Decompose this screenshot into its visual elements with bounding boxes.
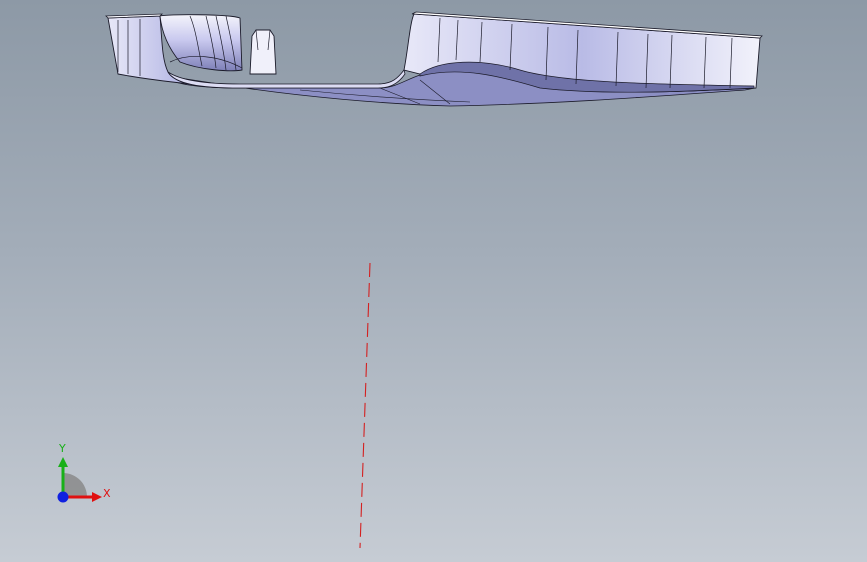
part-floor bbox=[167, 69, 406, 89]
y-axis-label: Y bbox=[59, 442, 66, 455]
y-axis-arrow bbox=[58, 457, 68, 467]
x-axis-label: X bbox=[103, 487, 111, 500]
z-axis-dot bbox=[57, 491, 69, 503]
x-axis-arrow bbox=[92, 492, 102, 502]
model-view[interactable] bbox=[0, 0, 867, 562]
part-clip-tab bbox=[249, 29, 277, 75]
graphics-viewport[interactable]: X Y bbox=[0, 0, 867, 562]
sheet-metal-part[interactable] bbox=[105, 11, 763, 107]
reference-triad[interactable]: X Y bbox=[48, 440, 118, 510]
sketch-centerline[interactable] bbox=[359, 262, 371, 549]
